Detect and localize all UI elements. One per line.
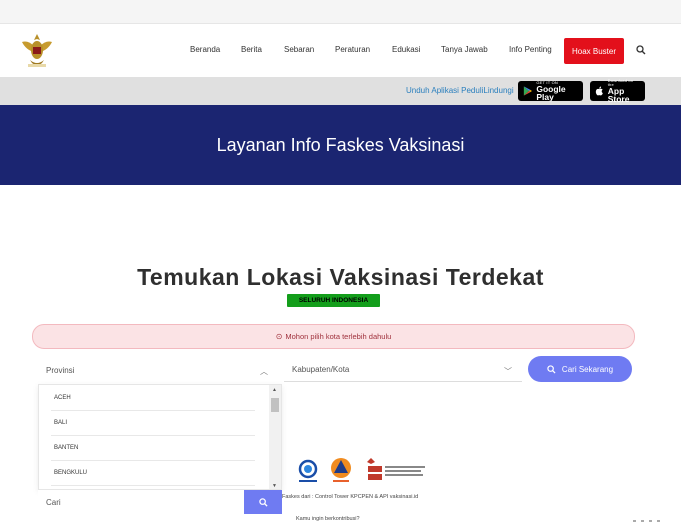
nav-edukasi[interactable]: Edukasi [392,45,420,54]
province-option[interactable]: ACEH [51,386,255,411]
kominfo-logo-icon [298,459,318,482]
apple-icon [595,86,603,96]
app-download-bar: Unduh Aplikasi PeduliLindungi GET IT ON … [0,77,681,105]
search-icon[interactable] [636,45,646,55]
google-play-label: Google Play [536,83,566,102]
contribute-question: Kamu ingin berkontribusi? [296,516,360,522]
decorative-mark-icon [633,520,660,522]
region-badge: SELURUH INDONESIA [287,294,380,307]
faskes-source-text: Faskes dari : Control Tower KPCPEN & API… [282,494,419,500]
info-circle-icon: ⊙ [275,332,283,341]
site-header: Beranda Berita Sebaran Peraturan Edukasi… [0,24,681,77]
dropdown-search-input[interactable]: Cari [38,490,244,514]
app-store-button[interactable]: Download on the App Store [590,78,645,104]
nav-beranda[interactable]: Beranda [190,45,220,54]
kabupaten-label: Kabupaten/Kota [292,365,350,374]
garuda-logo-icon[interactable] [18,30,56,70]
scroll-up-arrow-icon[interactable]: ▲ [272,387,277,393]
search-icon [547,364,556,374]
app-store-label: App Store [607,85,630,104]
hero-title: Layanan Info Faskes Vaksinasi [216,134,465,155]
hoax-buster-label: Hoax Buster [571,46,617,56]
browser-top-strip [0,0,681,24]
provinsi-label: Provinsi [46,365,75,375]
nav-info-penting[interactable]: Info Penting [509,45,552,54]
province-option[interactable]: BALI [51,411,255,436]
search-icon [258,497,268,507]
kabupaten-select[interactable]: Kabupaten/Kota ﹀ [284,358,522,382]
scroll-thumb[interactable] [271,398,279,412]
unduh-aplikasi-link[interactable]: Unduh Aplikasi PeduliLindungi [406,86,514,95]
page-title: Temukan Lokasi Vaksinasi Terdekat [137,264,544,290]
cari-sekarang-button[interactable]: Cari Sekarang [528,356,632,382]
province-option[interactable]: BANTEN [51,436,255,461]
nav-sebaran[interactable]: Sebaran [284,45,314,54]
provinsi-select[interactable]: Provinsi ︿ [38,358,278,382]
province-option[interactable]: BENGKULU [51,461,255,486]
google-play-icon [523,86,532,96]
chevron-down-icon: ﹀ [504,367,512,376]
nav-peraturan[interactable]: Peraturan [335,45,370,54]
chevron-up-icon: ︿ [260,367,268,376]
nav-tanya-jawab[interactable]: Tanya Jawab [441,45,488,54]
hero-banner: Layanan Info Faskes Vaksinasi [0,105,681,185]
nav-berita[interactable]: Berita [241,45,262,54]
bnpb-logo-icon [331,458,351,482]
kpcpen-logo-icon [367,458,425,480]
alert-text: Mohon pilih kota terlebih dahulu [285,332,392,341]
provinsi-dropdown: ACEH BALI BANTEN BENGKULU ▲ ▼ [38,384,282,490]
google-play-button[interactable]: GET IT ON Google Play [518,80,583,102]
dropdown-search-placeholder: Cari [46,497,61,507]
hoax-buster-button[interactable]: Hoax Buster [564,38,624,64]
dropdown-search-button[interactable] [244,490,282,514]
cari-sekarang-label: Cari Sekarang [561,364,614,374]
dropdown-scrollbar[interactable]: ▲ ▼ [269,385,281,489]
scroll-down-arrow-icon[interactable]: ▼ [272,483,277,489]
alert-message: ⊙ Mohon pilih kota terlebih dahulu [32,324,635,349]
